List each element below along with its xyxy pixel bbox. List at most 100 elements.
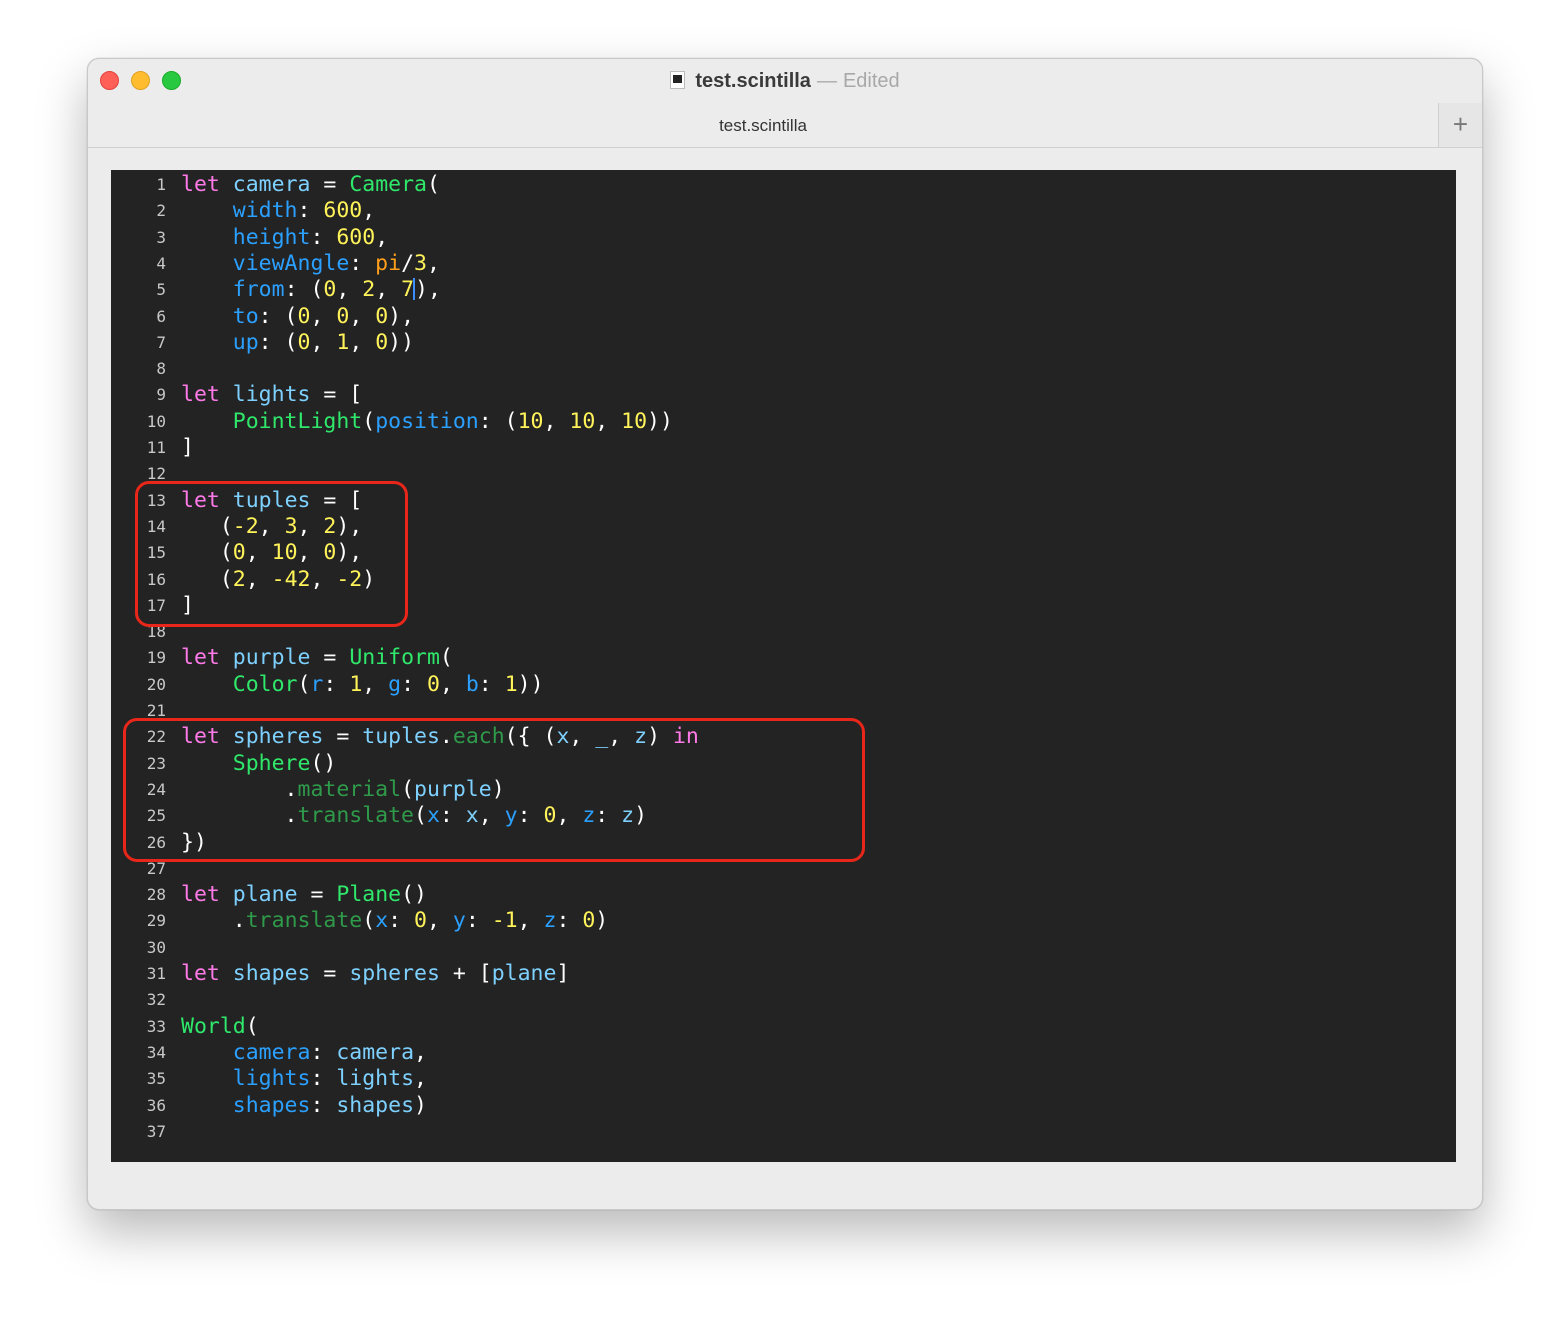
code-token: spheres	[349, 961, 440, 986]
code-line[interactable]: 2 width: 600,	[111, 198, 1456, 224]
code-line[interactable]: 28 let plane = Plane()	[111, 882, 1456, 908]
line-code: PointLight(position: (10, 10, 10))	[181, 409, 673, 435]
code-line[interactable]: 11]	[111, 435, 1456, 461]
code-token: b	[465, 671, 479, 697]
line-number: 4	[156, 253, 166, 273]
code-token: lights	[232, 382, 311, 408]
code-token: height	[232, 224, 311, 250]
line-number: 5	[156, 280, 166, 300]
code-token: 0	[323, 277, 337, 303]
line-number: 34	[146, 1042, 166, 1062]
line-code: let lights = [	[181, 382, 362, 408]
new-tab-button[interactable]: +	[1438, 103, 1482, 147]
document-icon[interactable]	[670, 71, 686, 89]
code-token: 2	[362, 277, 376, 303]
code-line[interactable]: 4 viewAngle: pi/3,	[111, 251, 1456, 277]
line-number: 2	[156, 201, 166, 221]
line-number: 20	[146, 674, 166, 694]
code-token: translate	[245, 908, 363, 934]
code-token: from	[232, 277, 285, 303]
code-line[interactable]: 30	[111, 935, 1456, 961]
code-line[interactable]: 1 let camera = Camera(	[111, 172, 1456, 198]
tab-test-scintilla[interactable]: test.scintilla	[88, 116, 1438, 136]
code-token: Color	[232, 671, 298, 697]
line-number: 19	[146, 648, 166, 668]
code-token: r	[310, 671, 324, 697]
code-line[interactable]: 19 let purple = Uniform(	[111, 645, 1456, 671]
code-line[interactable]: 8	[111, 356, 1456, 382]
code-line[interactable]: 9 let lights = [	[111, 382, 1456, 408]
code-token: ()	[401, 882, 427, 908]
code-line[interactable]: 34 camera: camera,	[111, 1040, 1456, 1066]
code-line[interactable]: 37	[111, 1119, 1456, 1145]
code-token: ),	[388, 303, 415, 329]
code-line[interactable]: 5 from: (0, 2, 7),	[111, 277, 1456, 303]
code-token: ]	[181, 435, 194, 460]
window-title: test.scintilla — Edited	[88, 69, 1482, 93]
code-token: ,	[362, 198, 376, 224]
code-line[interactable]: 3 height: 600,	[111, 225, 1456, 251]
code-line[interactable]: 31 let shapes = spheres + [plane]	[111, 961, 1456, 987]
code-token: ,	[362, 671, 389, 697]
code-token: :	[388, 908, 415, 934]
code-token: (	[297, 671, 311, 697]
code-token: )	[595, 908, 609, 934]
line-code: camera: camera,	[181, 1040, 427, 1066]
line-code: let camera = Camera(	[181, 172, 440, 198]
code-token: :	[310, 1039, 337, 1065]
code-line[interactable]: 33 World(	[111, 1014, 1456, 1040]
code-token: =	[310, 172, 350, 197]
code-token: plane	[491, 961, 557, 986]
title-separator: —	[816, 70, 837, 92]
code-token: -1	[491, 908, 518, 934]
code-token: :	[323, 671, 350, 697]
code-token: let	[181, 961, 220, 986]
code-token: let	[181, 172, 220, 197]
code-token: : (	[478, 408, 518, 434]
title-bar[interactable]: test.scintilla — Edited	[88, 59, 1482, 103]
code-line[interactable]: 10 PointLight(position: (10, 10, 10))	[111, 409, 1456, 435]
code-line[interactable]: 20 Color(r: 1, g: 0, b: 1))	[111, 672, 1456, 698]
code-token: ,	[543, 408, 570, 434]
code-token: 0	[414, 908, 427, 934]
code-line[interactable]: 7 up: (0, 1, 0))	[111, 330, 1456, 356]
code-token: ,	[336, 277, 363, 303]
code-token: ),	[415, 277, 441, 303]
code-editor[interactable]: 1 let camera = Camera(2 width: 600, 3 heig…	[111, 170, 1456, 1162]
code-token: 0	[375, 303, 389, 329]
code-token: pi	[375, 250, 402, 276]
code-token: :	[556, 908, 583, 934]
line-code: World(	[181, 1014, 259, 1040]
code-line[interactable]: 6 to: (0, 0, 0),	[111, 304, 1456, 330]
line-code: viewAngle: pi/3,	[181, 251, 440, 277]
code-token: shapes	[336, 1092, 415, 1118]
code-line[interactable]: 32	[111, 987, 1456, 1013]
code-token: 600	[323, 198, 363, 224]
code-token: ))	[388, 329, 415, 355]
code-line[interactable]: 36 shapes: shapes)	[111, 1093, 1456, 1119]
code-token: ,	[595, 408, 622, 434]
code-token: :	[297, 198, 324, 224]
code-line[interactable]: 29 .translate(x: 0, y: -1, z: 0)	[111, 908, 1456, 934]
line-code: let plane = Plane()	[181, 882, 427, 908]
code-token: (	[426, 172, 440, 197]
code-token: Camera	[349, 172, 427, 197]
code-token: shapes	[232, 961, 311, 986]
code-token: y	[452, 908, 466, 934]
code-token: lights	[232, 1066, 311, 1092]
line-number: 37	[146, 1121, 166, 1141]
code-token: ))	[517, 671, 544, 697]
code-token: 1	[504, 671, 518, 697]
code-line[interactable]: 35 lights: lights,	[111, 1066, 1456, 1092]
line-number: 7	[156, 332, 166, 352]
code-token: :	[310, 1092, 337, 1118]
code-token: /	[401, 250, 415, 276]
edited-status[interactable]: Edited	[843, 70, 900, 92]
line-number: 33	[146, 1016, 166, 1036]
window-title-name: test.scintilla	[695, 70, 811, 92]
code-token: let	[181, 882, 220, 908]
code-token: :	[478, 671, 505, 697]
